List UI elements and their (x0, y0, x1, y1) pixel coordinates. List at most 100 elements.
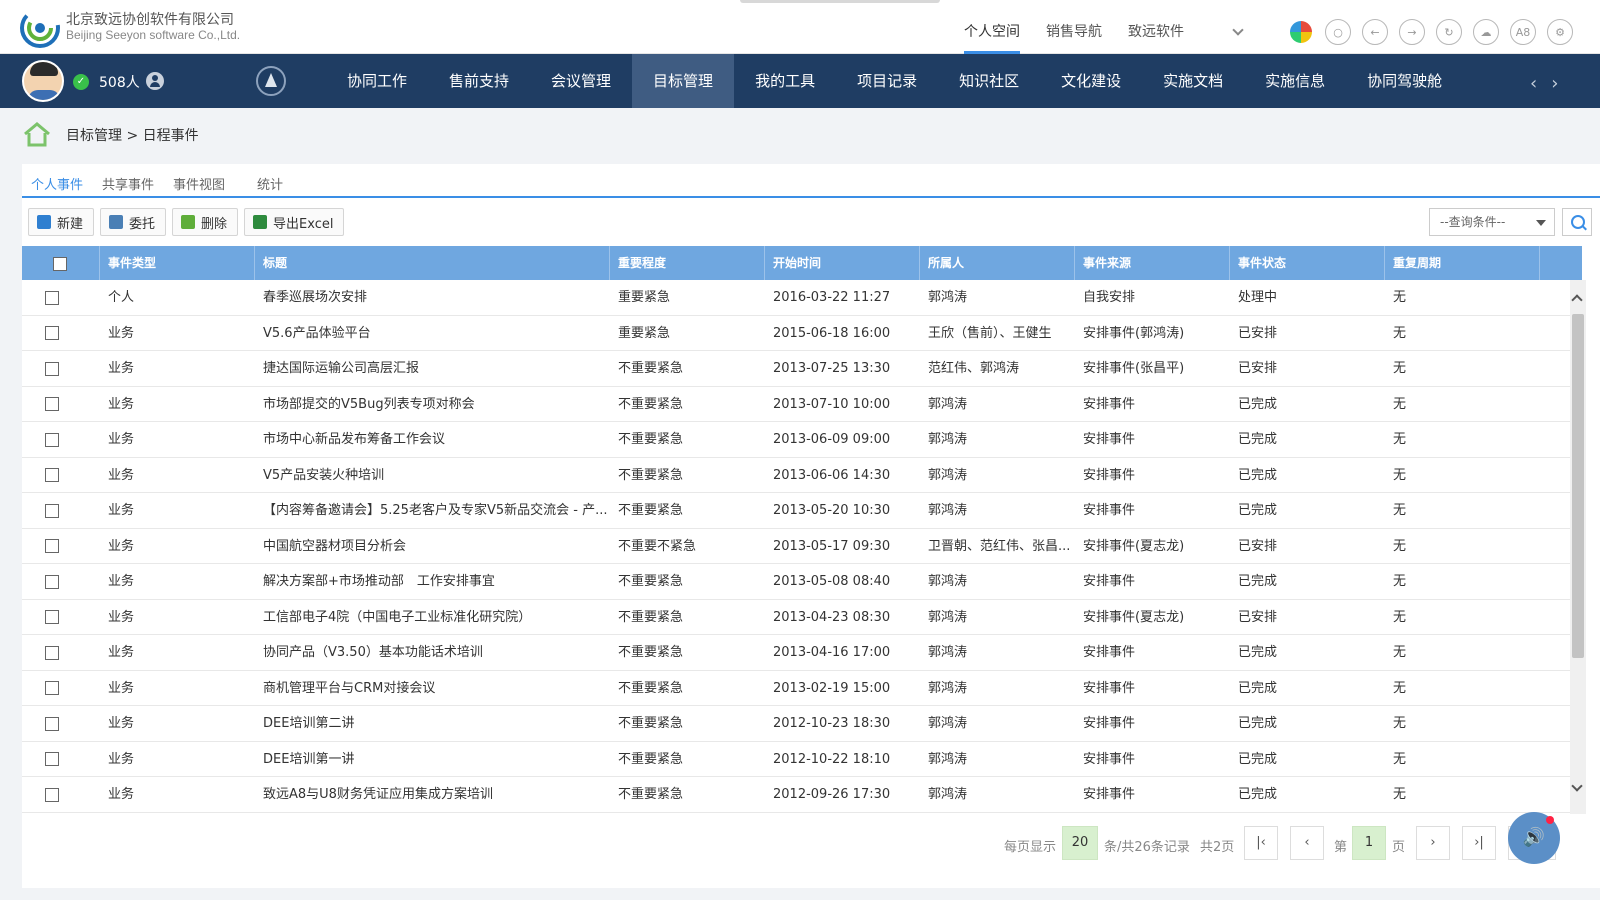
cell-title[interactable]: 致远A8与U8财务凭证应用集成方案培训 (255, 777, 610, 812)
delegate-button[interactable]: 委托 (100, 208, 167, 236)
menu-item-goal-management[interactable]: 目标管理 (632, 54, 735, 108)
row-checkbox[interactable] (45, 610, 59, 624)
menu-item-knowledge[interactable]: 知识社区 (938, 54, 1040, 108)
cell-title[interactable]: 解决方案部+市场推动部 工作安排事宜 (255, 564, 610, 599)
table-row[interactable]: 业务 中国航空器材项目分析会 不重要不紧急 2013-05-17 09:30 卫晋朝、范… (22, 529, 1582, 564)
cell-title[interactable]: DEE培训第一讲 (255, 742, 610, 777)
cell-title[interactable]: V5.6产品体验平台 (255, 316, 610, 351)
forward-icon[interactable]: → (1399, 19, 1425, 45)
col-status[interactable]: 事件状态 (1230, 246, 1385, 280)
row-checkbox[interactable] (45, 468, 59, 482)
search-icon[interactable]: ○ (1325, 19, 1351, 45)
new-button[interactable]: 新建 (28, 208, 95, 236)
compass-icon[interactable] (256, 66, 286, 96)
online-count[interactable]: 508人 (99, 72, 140, 92)
table-row[interactable]: 业务 市场中心新品发布筹备工作会议 不重要紧急 2013-06-09 09:00 郭鸿涛… (22, 422, 1582, 458)
user-icon[interactable] (146, 72, 164, 90)
cell-title[interactable]: 市场部提交的V5Bug列表专项对称会 (255, 387, 610, 422)
row-checkbox[interactable] (45, 539, 59, 553)
menu-item-my-tools[interactable]: 我的工具 (734, 54, 836, 108)
table-row[interactable]: 业务 V5.6产品体验平台 重要紧急 2015-06-18 16:00 王欣（售前）、王… (22, 316, 1582, 351)
table-row[interactable]: 业务 DEE培训第一讲 不重要紧急 2012-10-22 18:10 郭鸿涛 安排事件 已完… (22, 742, 1582, 777)
tab-statistics[interactable]: 统计 (257, 174, 283, 198)
home-icon[interactable] (22, 121, 52, 147)
table-row[interactable]: 业务 DEE培训第二讲 不重要紧急 2012-10-23 18:30 郭鸿涛 安排事件 已完… (22, 706, 1582, 742)
color-theme-icon[interactable] (1290, 21, 1312, 43)
table-row[interactable]: 业务 致远A8与U8财务凭证应用集成方案培训 不重要紧急 2012-09-26 17:… (22, 777, 1582, 813)
chevron-right-icon[interactable]: › (1551, 73, 1572, 94)
table-row[interactable]: 业务 捷达国际运输公司高层汇报 不重要紧急 2013-07-25 13:30 范红伟、郭… (22, 351, 1582, 387)
last-page-button[interactable]: ›| (1462, 826, 1496, 860)
tab-shared-events[interactable]: 共享事件 (102, 174, 154, 198)
chevron-left-icon[interactable]: ‹ (1530, 73, 1551, 94)
menu-item-project-records[interactable]: 项目记录 (836, 54, 938, 108)
tab-personal-events[interactable]: 个人事件 (31, 174, 83, 198)
row-checkbox[interactable] (45, 716, 59, 731)
row-checkbox[interactable] (45, 681, 59, 695)
scrollbar-thumb[interactable] (1572, 314, 1584, 658)
col-start-time[interactable]: 开始时间 (765, 246, 920, 280)
cell-title[interactable]: 【内容筹备邀请会】5.25老客户及专家V5新品交流会 - 产... (255, 493, 610, 528)
col-source[interactable]: 事件来源 (1075, 246, 1230, 280)
dropdown-handle[interactable] (740, 0, 940, 3)
cell-title[interactable]: DEE培训第二讲 (255, 706, 610, 741)
page-number-input[interactable]: 1 (1352, 826, 1386, 860)
back-icon[interactable]: ← (1362, 19, 1388, 45)
cell-title[interactable]: 商机管理平台与CRM对接会议 (255, 671, 610, 706)
table-row[interactable]: 业务 协同产品（V3.50）基本功能话术培训 不重要紧急 2013-04-16 17:… (22, 635, 1582, 671)
menu-item-presales[interactable]: 售前支持 (428, 54, 530, 108)
col-importance[interactable]: 重要程度 (610, 246, 765, 280)
cell-title[interactable]: 中国航空器材项目分析会 (255, 529, 610, 564)
menu-item-culture[interactable]: 文化建设 (1040, 54, 1142, 108)
next-page-button[interactable]: › (1416, 826, 1450, 860)
delete-button[interactable]: 删除 (172, 208, 239, 236)
gear-icon[interactable]: ⚙ (1547, 19, 1573, 45)
export-excel-button[interactable]: 导出Excel (244, 208, 345, 236)
col-event-type[interactable]: 事件类型 (100, 246, 255, 280)
query-condition-select[interactable]: --查询条件-- (1429, 208, 1555, 236)
col-owner[interactable]: 所属人 (920, 246, 1075, 280)
cell-title[interactable]: 协同产品（V3.50）基本功能话术培训 (255, 635, 610, 670)
avatar[interactable] (22, 60, 64, 102)
col-repeat[interactable]: 重复周期 (1385, 246, 1540, 280)
menu-item-meetings[interactable]: 会议管理 (530, 54, 632, 108)
refresh-icon[interactable]: ↻ (1436, 19, 1462, 45)
row-checkbox[interactable] (45, 397, 59, 411)
menu-item-impl-info[interactable]: 实施信息 (1244, 54, 1346, 108)
cell-title[interactable]: 市场中心新品发布筹备工作会议 (255, 422, 610, 457)
cell-title[interactable]: 春季巡展场次安排 (255, 280, 610, 315)
table-row[interactable]: 业务 【内容筹备邀请会】5.25老客户及专家V5新品交流会 - 产... 不重要紧急… (22, 493, 1582, 529)
menu-item-collaboration[interactable]: 协同工作 (326, 54, 428, 108)
top-nav-seeyon-software[interactable]: 致远软件 (1128, 0, 1184, 54)
cell-title[interactable]: 工信部电子4院（中国电子工业标准化研究院） (255, 600, 610, 635)
row-checkbox[interactable] (45, 574, 59, 589)
row-checkbox[interactable] (45, 787, 59, 802)
top-nav-sales-guide[interactable]: 销售导航 (1046, 0, 1102, 54)
table-row[interactable]: 业务 V5产品安装火种培训 不重要紧急 2013-06-06 14:30 郭鸿涛 安排事件… (22, 458, 1582, 493)
row-checkbox[interactable] (45, 752, 59, 766)
row-checkbox[interactable] (45, 645, 59, 660)
row-checkbox[interactable] (45, 326, 59, 340)
cloud-icon[interactable]: ☁ (1473, 19, 1499, 45)
table-row[interactable]: 业务 工信部电子4院（中国电子工业标准化研究院） 不重要紧急 2013-04-23 0… (22, 600, 1582, 635)
table-row[interactable]: 个人 春季巡展场次安排 重要紧急 2016-03-22 11:27 郭鸿涛 自我安排 处理中… (22, 280, 1582, 316)
table-row[interactable]: 业务 商机管理平台与CRM对接会议 不重要紧急 2013-02-19 15:00 郭鸿涛… (22, 671, 1582, 706)
menu-item-impl-docs[interactable]: 实施文档 (1142, 54, 1244, 108)
prev-page-button[interactable]: ‹ (1290, 826, 1324, 860)
per-page-input[interactable]: 20 (1062, 826, 1098, 860)
row-checkbox[interactable] (45, 290, 59, 305)
row-checkbox[interactable] (45, 503, 59, 518)
chevron-down-icon[interactable] (1232, 24, 1244, 36)
a8-icon[interactable]: A8 (1510, 19, 1536, 45)
speaker-icon[interactable]: 🔊 (1508, 812, 1560, 864)
menu-item-cockpit[interactable]: 协同驾驶舱 (1346, 54, 1463, 108)
tab-event-view[interactable]: 事件视图 (173, 174, 225, 198)
table-row[interactable]: 业务 市场部提交的V5Bug列表专项对称会 不重要紧急 2013-07-10 10:0… (22, 387, 1582, 422)
search-button[interactable] (1562, 208, 1592, 236)
row-checkbox[interactable] (45, 361, 59, 376)
select-all-checkbox[interactable] (53, 256, 67, 271)
cell-title[interactable]: V5产品安装火种培训 (255, 458, 610, 493)
row-checkbox[interactable] (45, 432, 59, 447)
top-nav-personal-space[interactable]: 个人空间 (964, 0, 1020, 54)
table-row[interactable]: 业务 解决方案部+市场推动部 工作安排事宜 不重要紧急 2013-05-08 08:4… (22, 564, 1582, 600)
